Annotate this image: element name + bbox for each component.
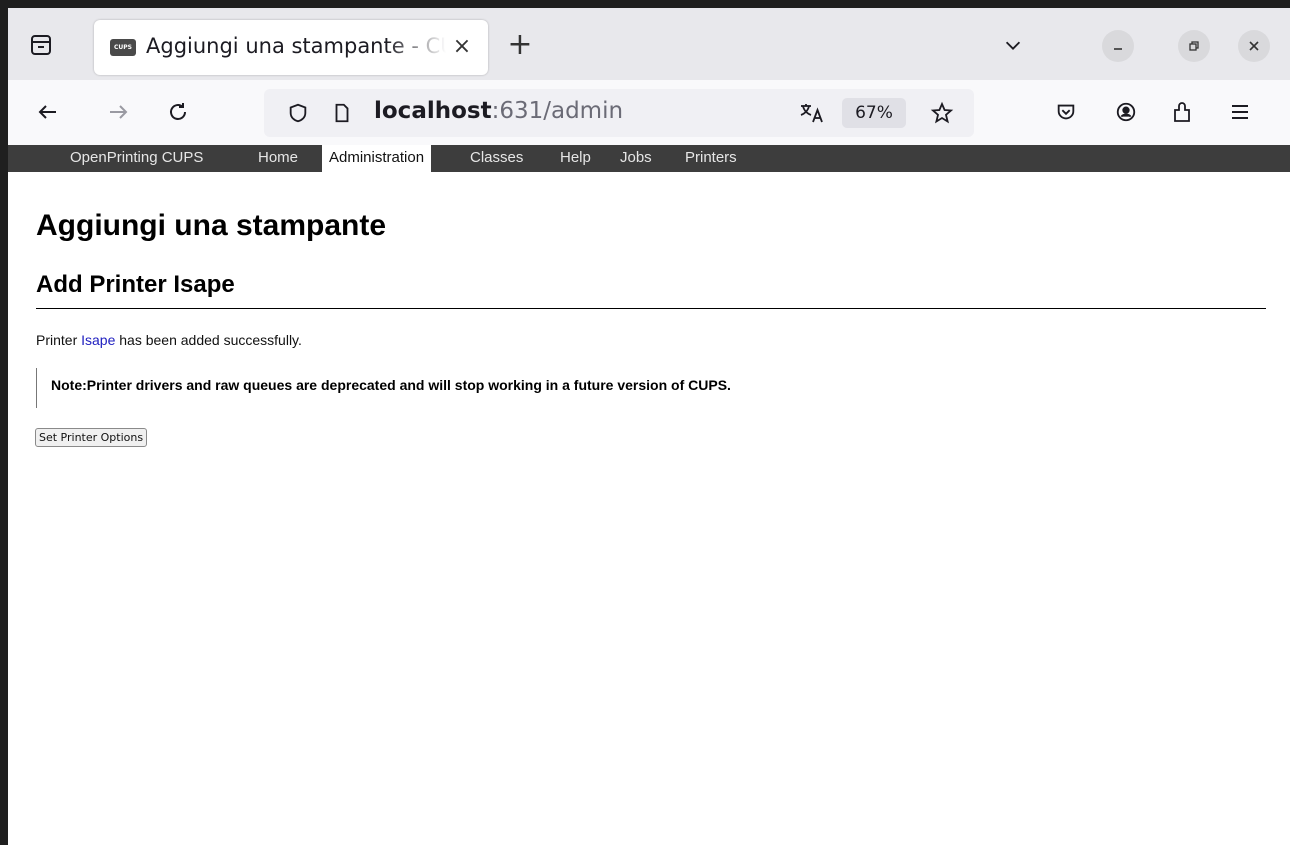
url-text[interactable]: localhost:631/admin <box>374 98 623 124</box>
translate-icon[interactable] <box>794 95 830 131</box>
tab-active[interactable]: CUPS Aggiungi una stampante - CUPS × <box>94 20 488 75</box>
zoom-badge[interactable]: 67% <box>842 98 906 128</box>
close-window-icon[interactable] <box>1238 30 1270 62</box>
page-icon[interactable] <box>324 95 360 131</box>
nav-openprinting-cups[interactable]: OpenPrinting CUPS <box>63 145 210 172</box>
browser-window: CUPS Aggiungi una stampante - CUPS × + <box>8 8 1290 845</box>
menu-icon[interactable] <box>1222 94 1258 130</box>
back-icon[interactable] <box>30 94 66 130</box>
section-title: Add Printer Isape <box>36 271 235 298</box>
reload-icon[interactable] <box>160 94 196 130</box>
deprecation-note: Note:Printer drivers and raw queues are … <box>36 368 731 408</box>
chevron-down-icon[interactable] <box>998 30 1028 60</box>
forward-icon[interactable] <box>100 94 136 130</box>
nav-jobs[interactable]: Jobs <box>613 145 659 172</box>
page-content: OpenPrinting CUPS Home Administration Cl… <box>8 145 1290 845</box>
extensions-icon[interactable] <box>1164 94 1200 130</box>
nav-help[interactable]: Help <box>553 145 598 172</box>
nav-printers[interactable]: Printers <box>678 145 744 172</box>
section-divider <box>36 308 1266 309</box>
tab-strip: CUPS Aggiungi una stampante - CUPS × + <box>8 8 1290 80</box>
url-bar[interactable]: localhost:631/admin 67% <box>264 89 974 137</box>
url-host: localhost <box>374 98 492 124</box>
star-icon[interactable] <box>924 95 960 131</box>
page-title: Aggiungi una stampante <box>36 209 387 242</box>
account-icon[interactable] <box>1108 94 1144 130</box>
pocket-icon[interactable] <box>1048 94 1084 130</box>
nav-bar: localhost:631/admin 67% <box>8 80 1290 145</box>
nav-classes[interactable]: Classes <box>463 145 530 172</box>
cups-favicon-icon: CUPS <box>110 39 136 56</box>
tab-title: Aggiungi una stampante - CUPS <box>146 34 446 58</box>
set-printer-options-button[interactable]: Set Printer Options <box>35 428 148 447</box>
note-text: Note:Printer drivers and raw queues are … <box>51 377 731 393</box>
message-suffix: has been added successfully. <box>115 332 302 348</box>
restore-icon[interactable] <box>1178 30 1210 62</box>
message-prefix: Printer <box>36 332 82 348</box>
shield-icon[interactable] <box>280 95 316 131</box>
url-path: :631/admin <box>491 98 624 124</box>
tab-list-icon[interactable] <box>21 25 61 65</box>
nav-administration[interactable]: Administration <box>322 145 432 172</box>
printer-link[interactable]: Isape <box>81 332 115 348</box>
close-icon[interactable]: × <box>446 30 478 62</box>
nav-home[interactable]: Home <box>251 145 305 172</box>
success-message: Printer Isape has been added successfull… <box>36 332 302 348</box>
cups-nav: OpenPrinting CUPS Home Administration Cl… <box>8 145 1290 172</box>
plus-icon[interactable]: + <box>502 26 538 62</box>
minimize-icon[interactable] <box>1102 30 1134 62</box>
